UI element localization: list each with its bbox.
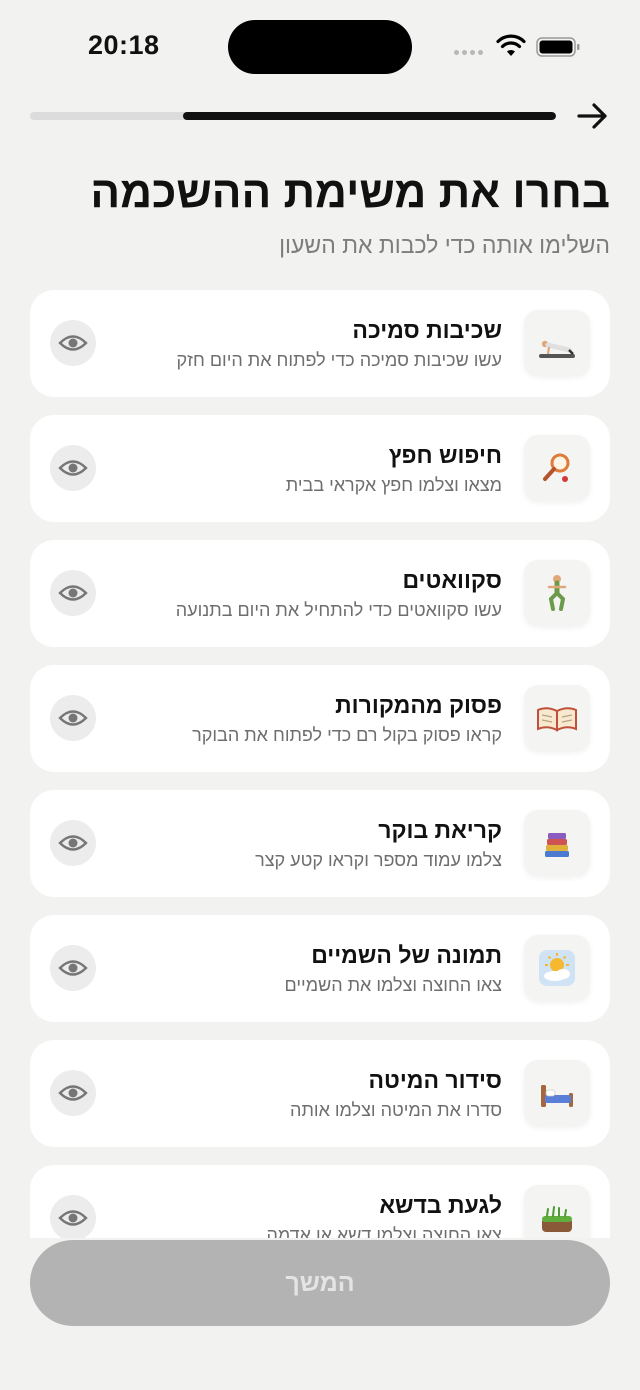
page-subtitle: השלימו אותה כדי לכבות את השעון [279, 232, 610, 258]
page-title: בחרו את משימת ההשכמה [90, 168, 610, 217]
task-title: סידור המיטה [368, 1067, 502, 1093]
task-card-scripture-verse[interactable]: פסוק מהמקורות קראו פסוק בקול רם כדי לפתו… [30, 665, 610, 772]
preview-eye-button[interactable] [50, 1070, 96, 1116]
preview-eye-button[interactable] [50, 820, 96, 866]
task-description: סדרו את המיטה וצלמו אותה [290, 1100, 502, 1120]
squat-icon [524, 560, 590, 626]
task-list[interactable]: שכיבות סמיכה עשו שכיבות סמיכה כדי לפתוח … [0, 288, 640, 1238]
eye-icon [58, 585, 88, 601]
eye-icon [58, 460, 88, 476]
preview-eye-button[interactable] [50, 320, 96, 366]
magnifier-icon [524, 435, 590, 501]
eye-icon [58, 960, 88, 976]
sun-cloud-icon [524, 935, 590, 1001]
task-title: לגעת בדשא [379, 1192, 502, 1218]
task-description: צלמו עמוד מספר וקראו קטע קצר [255, 850, 502, 870]
cellular-signal-icon [454, 50, 483, 55]
task-card-squats[interactable]: סקוואטים עשו סקוואטים כדי להתחיל את היום… [30, 540, 610, 647]
eye-icon [58, 710, 88, 726]
eye-icon [58, 835, 88, 851]
dynamic-island [228, 20, 412, 74]
open-book-icon [524, 685, 590, 751]
status-time: 20:18 [88, 30, 160, 60]
status-bar: 20:18 [0, 0, 640, 96]
task-title: קריאת בוקר [378, 817, 502, 843]
eye-icon [58, 1210, 88, 1226]
task-card-sky-photo[interactable]: תמונה של השמיים צאו החוצה וצלמו את השמיי… [30, 915, 610, 1022]
task-card-make-bed[interactable]: סידור המיטה סדרו את המיטה וצלמו אותה [30, 1040, 610, 1147]
task-description: צאו החוצה וצלמו את השמיים [284, 975, 503, 995]
progress-fill [182, 112, 556, 120]
onboarding-progress-bar [30, 112, 556, 120]
eye-icon [58, 1085, 88, 1101]
battery-icon [536, 37, 580, 57]
task-description: עשו שכיבות סמיכה כדי לפתוח את היום חזק [176, 350, 502, 370]
task-title: פסוק מהמקורות [335, 692, 502, 718]
task-title: חיפוש חפץ [388, 442, 502, 468]
task-card-object-hunt[interactable]: חיפוש חפץ מצאו וצלמו חפץ אקראי בבית [30, 415, 610, 522]
task-card-pushups[interactable]: שכיבות סמיכה עשו שכיבות סמיכה כדי לפתוח … [30, 290, 610, 397]
task-description: צאו החוצה וצלמו דשא או אדמה [266, 1225, 502, 1238]
eye-icon [58, 335, 88, 351]
preview-eye-button[interactable] [50, 570, 96, 616]
preview-eye-button[interactable] [50, 695, 96, 741]
preview-eye-button[interactable] [50, 1195, 96, 1238]
task-title: סקוואטים [402, 567, 502, 593]
task-title: תמונה של השמיים [311, 942, 502, 968]
task-description: עשו סקוואטים כדי להתחיל את היום בתנועה [175, 600, 502, 620]
books-stack-icon [524, 810, 590, 876]
grass-icon [524, 1185, 590, 1238]
preview-eye-button[interactable] [50, 945, 96, 991]
task-title: שכיבות סמיכה [352, 317, 502, 343]
task-description: קראו פסוק בקול רם כדי לפתוח את הבוקר [192, 725, 502, 745]
task-description: מצאו וצלמו חפץ אקראי בבית [285, 475, 502, 495]
wifi-icon [496, 34, 526, 56]
continue-button[interactable]: המשך [30, 1240, 610, 1326]
back-arrow-icon[interactable] [576, 100, 610, 132]
bed-icon [524, 1060, 590, 1126]
task-card-touch-grass[interactable]: לגעת בדשא צאו החוצה וצלמו דשא או אדמה [30, 1165, 610, 1238]
preview-eye-button[interactable] [50, 445, 96, 491]
pushup-icon [524, 310, 590, 376]
task-card-morning-reading[interactable]: קריאת בוקר צלמו עמוד מספר וקראו קטע קצר [30, 790, 610, 897]
